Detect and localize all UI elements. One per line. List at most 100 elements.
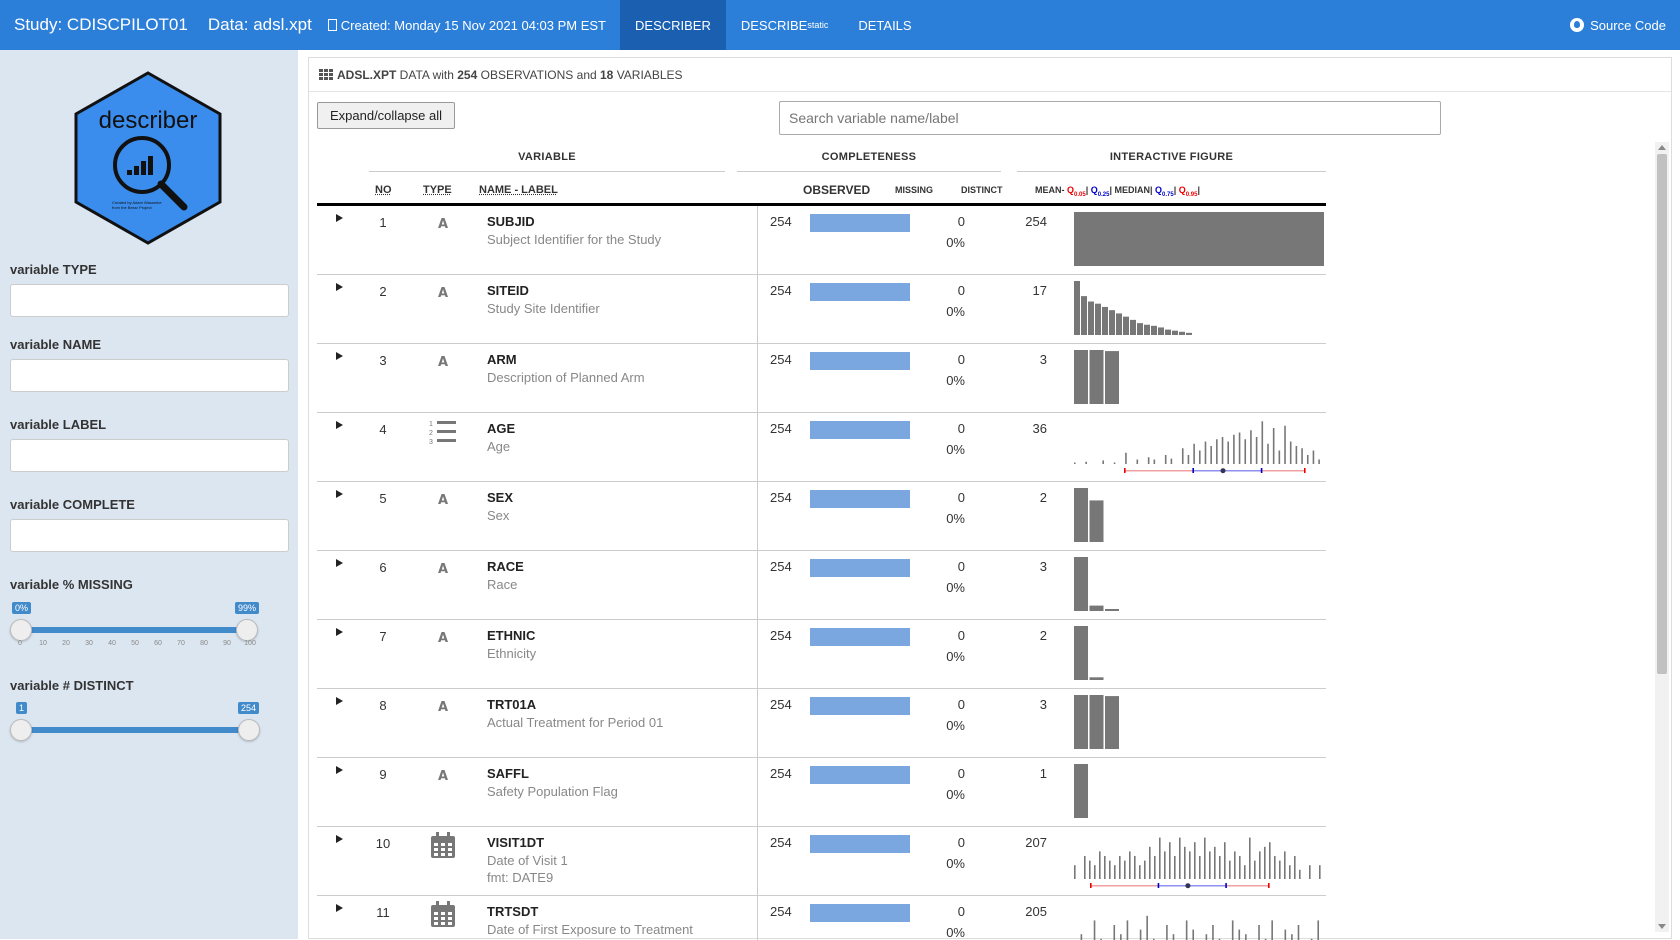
col-no[interactable]: NO	[375, 178, 392, 202]
slider-tick: 10	[39, 640, 47, 647]
table-row[interactable]: 2 A SITEID Study Site Identifier 254 0 0% 17	[317, 275, 1326, 344]
expand-caret-icon[interactable]	[336, 697, 343, 705]
table-row[interactable]: 10 VISIT1DT Date of Visit 1 fmt: DATE9 254 0 0…	[317, 827, 1326, 896]
observed-count: 254	[770, 421, 792, 436]
figure-spike	[1085, 461, 1087, 464]
expand-caret-icon[interactable]	[336, 421, 343, 429]
figure-spike	[1089, 860, 1091, 879]
expand-caret-icon[interactable]	[336, 490, 343, 498]
figure-bar	[1089, 500, 1104, 542]
distribution-figure[interactable]	[1072, 281, 1324, 341]
mean-marker	[1220, 468, 1226, 474]
table-scrollbar[interactable]	[1655, 142, 1669, 932]
completeness-bar	[810, 697, 910, 715]
filter-complete-input[interactable]	[10, 519, 289, 552]
missing-slider-low-handle[interactable]	[10, 619, 32, 641]
quantile-tick	[1192, 468, 1194, 473]
missing-slider[interactable]: 0% 99% 0 10 20 30 40 50 60 70 80 90 100	[10, 602, 260, 658]
tab-describer[interactable]: DESCRIBER	[620, 0, 726, 50]
distinct-count: 3	[1039, 697, 1047, 712]
source-code-link[interactable]: Source Code	[1570, 0, 1666, 50]
figure-spike	[1239, 856, 1241, 879]
distribution-figure[interactable]	[1072, 695, 1324, 755]
distinct-slider-low-handle[interactable]	[10, 719, 32, 741]
distribution-figure[interactable]	[1072, 557, 1324, 617]
distribution-figure[interactable]	[1072, 764, 1324, 824]
figure-bar	[1137, 323, 1143, 335]
distinct-count: 3	[1039, 352, 1047, 367]
missing-count: 0	[957, 835, 965, 850]
figure-spike	[1231, 920, 1234, 940]
distribution-figure[interactable]	[1072, 212, 1324, 272]
expand-caret-icon[interactable]	[336, 835, 343, 843]
missing-percent: 0%	[946, 304, 965, 319]
date-type-icon	[428, 831, 458, 861]
expand-caret-icon[interactable]	[336, 904, 343, 912]
filter-label-input[interactable]	[10, 439, 289, 472]
scroll-thumb[interactable]	[1657, 154, 1667, 674]
expand-caret-icon[interactable]	[336, 628, 343, 636]
row-number: 9	[379, 767, 387, 782]
tab-details[interactable]: DETAILS	[843, 0, 926, 50]
figure-spike	[1129, 851, 1131, 879]
expand-caret-icon[interactable]	[336, 283, 343, 291]
tab-sub-label: static	[807, 20, 829, 30]
figure-spike	[1099, 851, 1101, 879]
distribution-figure[interactable]	[1072, 488, 1324, 548]
distribution-figure[interactable]	[1072, 419, 1324, 479]
distinct-slider-high: 254	[238, 702, 260, 714]
distribution-figure[interactable]	[1072, 902, 1324, 940]
figure-spike	[1255, 437, 1258, 464]
missing-count: 0	[957, 766, 965, 781]
scroll-up-icon[interactable]	[1658, 145, 1666, 150]
expand-caret-icon[interactable]	[336, 214, 343, 222]
distinct-slider-high-handle[interactable]	[238, 719, 260, 741]
filter-name-input[interactable]	[10, 359, 289, 392]
col-type[interactable]: TYPE	[423, 178, 452, 202]
slider-tick: 20	[62, 640, 70, 647]
table-row[interactable]: 7 A ETHNIC Ethnicity 254 0 0% 2	[317, 620, 1326, 689]
column-divider	[757, 689, 758, 758]
tab-describe-static[interactable]: DESCRIBE static	[726, 0, 843, 50]
summary-mid2: OBSERVATIONS and	[477, 67, 600, 82]
missing-slider-high-handle[interactable]	[236, 619, 258, 641]
table-row[interactable]: 11 TRTSDT Date of First Exposure to Treatm…	[317, 896, 1326, 940]
row-number: 8	[379, 698, 387, 713]
expand-caret-icon[interactable]	[336, 766, 343, 774]
table-row[interactable]: 9 A SAFFL Safety Population Flag 254 0 0% 1	[317, 758, 1326, 827]
distribution-figure[interactable]	[1072, 833, 1324, 893]
table-row[interactable]: 3 A ARM Description of Planned Arm 254 0 0% 3	[317, 344, 1326, 413]
figure-spike	[1174, 856, 1176, 879]
distribution-figure[interactable]	[1072, 350, 1324, 410]
figure-spike	[1295, 446, 1298, 464]
figure-spike	[1120, 934, 1122, 940]
expand-caret-icon[interactable]	[336, 559, 343, 567]
expand-caret-icon[interactable]	[336, 352, 343, 360]
missing-percent: 0%	[946, 787, 965, 802]
figure-spike	[1284, 851, 1286, 879]
distinct-count: 36	[1032, 421, 1047, 436]
variable-label: Age	[487, 439, 511, 454]
distribution-figure[interactable]	[1072, 626, 1324, 686]
tab-label: DESCRIBER	[635, 17, 711, 33]
figure-spike	[1254, 860, 1256, 879]
table-row[interactable]: 1 A SUBJID Subject Identifier for the Study…	[317, 206, 1326, 275]
distinct-slider[interactable]: 1 254	[10, 702, 260, 758]
table-row[interactable]: 4 1 2 3 AGE Age 254 0 0% 36	[317, 413, 1326, 482]
table-row[interactable]: 8 A TRT01A Actual Treatment for Period 01 25…	[317, 689, 1326, 758]
figure-spike	[1185, 920, 1188, 940]
distinct-count: 207	[1025, 835, 1047, 850]
table-row[interactable]: 6 A RACE Race 254 0 0% 3	[317, 551, 1326, 620]
col-name-label[interactable]: NAME - LABEL	[479, 178, 558, 202]
figure-spike	[1193, 443, 1195, 464]
table-row[interactable]: 5 A SEX Sex 254 0 0% 2	[317, 482, 1326, 551]
created-text: Created: Monday 15 Nov 2021 04:03 PM EST	[340, 17, 607, 33]
filter-type-input[interactable]	[10, 284, 289, 317]
figure-spike	[1119, 856, 1121, 879]
tab-label: DESCRIBE	[740, 17, 808, 33]
search-input[interactable]	[779, 101, 1441, 135]
expand-collapse-button[interactable]: Expand/collapse all	[317, 102, 455, 129]
slider-tick: 30	[85, 640, 93, 647]
variable-name: SAFFL	[487, 766, 529, 781]
scroll-down-icon[interactable]	[1658, 924, 1666, 929]
